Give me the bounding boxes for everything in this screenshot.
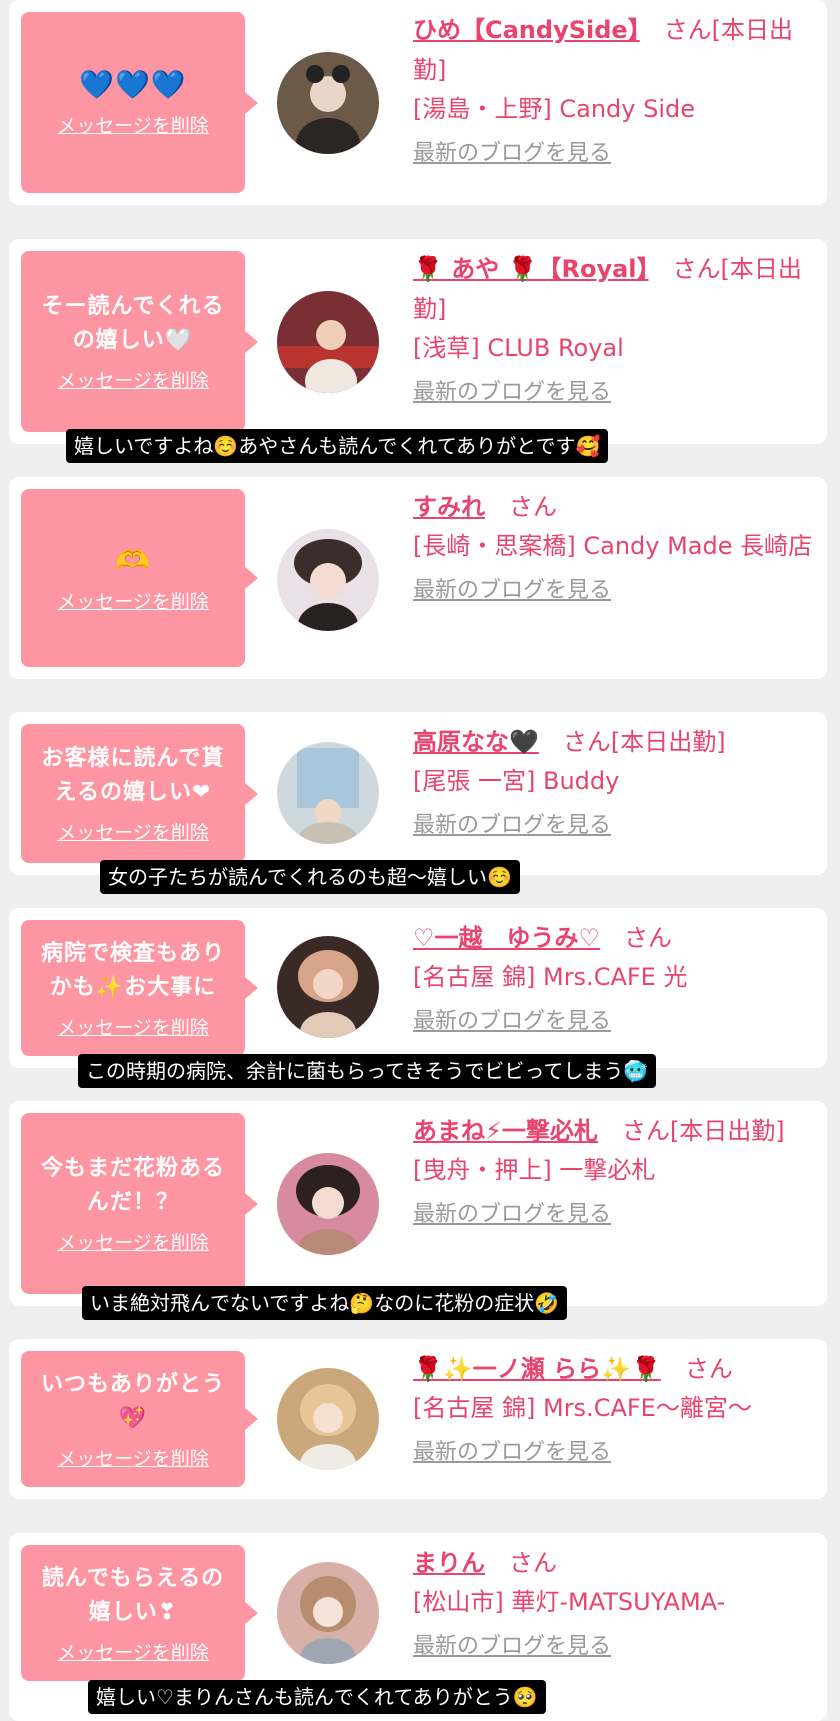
message-bubble: 今もまだ花粉あるんだ！？ メッセージを削除 [21, 1113, 258, 1294]
latest-blog-link[interactable]: 最新のブログを見る [413, 376, 823, 410]
girl-info: すみれ さん [長崎・思案橋] Candy Made 長崎店 最新のブログを見る [413, 487, 823, 608]
girl-status: さん [509, 493, 557, 521]
delete-message-link[interactable]: メッセージを削除 [57, 1444, 209, 1471]
caption: 嬉しい♡まりんさんも読んでくれてありがとう🥺 [88, 1680, 546, 1714]
avatar[interactable] [277, 742, 379, 844]
delete-message-link[interactable]: メッセージを削除 [57, 1228, 209, 1255]
delete-message-link[interactable]: メッセージを削除 [57, 587, 209, 614]
girl-info: 🌹✨一ノ瀬 らら✨🌹 さん [名古屋 錦] Mrs.CAFE〜離宮〜 最新のブロ… [413, 1349, 823, 1470]
delete-message-link[interactable]: メッセージを削除 [57, 818, 209, 845]
caption: いま絶対飛んでないですよね🤔なのに花粉の症状🤣 [82, 1286, 568, 1320]
latest-blog-link[interactable]: 最新のブログを見る [413, 137, 823, 171]
message-text: そー読んでくれるの嬉しい🤍 [41, 294, 225, 353]
shop-name: [長崎・思案橋] Candy Made 長崎店 [413, 532, 813, 560]
latest-blog-link[interactable]: 最新のブログを見る [413, 574, 823, 608]
message-card: 今もまだ花粉あるんだ！？ メッセージを削除 あまね⚡一撃必札 さん[本日出勤] … [9, 1101, 827, 1306]
latest-blog-link[interactable]: 最新のブログを見る [413, 1005, 823, 1039]
message-bubble: いつもありがとう💖 メッセージを削除 [21, 1351, 258, 1487]
girl-status: さん[本日出勤] [621, 1117, 785, 1145]
message-bubble: 💙💙💙 メッセージを削除 [21, 12, 258, 193]
girl-name-link[interactable]: あまね⚡一撃必札 [413, 1117, 598, 1145]
avatar[interactable] [277, 1368, 379, 1470]
shop-name: [尾張 一宮] Buddy [413, 767, 620, 795]
delete-message-link[interactable]: メッセージを削除 [57, 366, 209, 393]
latest-blog-link[interactable]: 最新のブログを見る [413, 1198, 823, 1232]
latest-blog-link[interactable]: 最新のブログを見る [413, 1630, 823, 1664]
girl-info: 🌹 あや 🌹【Royal】 さん[本日出勤] [浅草] CLUB Royal 最… [413, 249, 823, 410]
girl-info: 高原なな🖤 さん[本日出勤] [尾張 一宮] Buddy 最新のブログを見る [413, 722, 823, 843]
avatar[interactable] [277, 936, 379, 1038]
girl-status: さん [509, 1549, 557, 1577]
message-card: お客様に読んで貰えるの嬉しい❤ メッセージを削除 高原なな🖤 さん[本日出勤] … [9, 712, 827, 875]
girl-name-link[interactable]: ♡一越 ゆうみ♡ [413, 924, 600, 952]
delete-message-link[interactable]: メッセージを削除 [57, 1638, 209, 1665]
delete-message-link[interactable]: メッセージを削除 [57, 1013, 209, 1040]
message-bubble: お客様に読んで貰えるの嬉しい❤ メッセージを削除 [21, 724, 258, 863]
avatar[interactable] [277, 1562, 379, 1664]
girl-status: さん [624, 924, 673, 952]
avatar[interactable] [277, 52, 379, 154]
message-text: 🫶 [115, 543, 151, 577]
shop-name: [松山市] 華灯-MATSUYAMA- [413, 1588, 726, 1616]
girl-info: ♡一越 ゆうみ♡ さん [名古屋 錦] Mrs.CAFE 光 最新のブログを見る [413, 918, 823, 1039]
girl-status: さん [684, 1355, 733, 1383]
message-text: 💙💙💙 [79, 68, 187, 101]
girl-name-link[interactable]: まりん [413, 1549, 485, 1577]
caption: 女の子たちが読んでくれるのも超〜嬉しい☺️ [100, 860, 520, 894]
latest-blog-link[interactable]: 最新のブログを見る [413, 809, 823, 843]
latest-blog-link[interactable]: 最新のブログを見る [413, 1436, 823, 1470]
caption: 嬉しいですよね☺️あやさんも読んでくれてありがとです🥰 [66, 429, 609, 463]
message-card: いつもありがとう💖 メッセージを削除 🌹✨一ノ瀬 らら✨🌹 さん [名古屋 錦]… [9, 1339, 827, 1499]
message-bubble: 読んでもらえるの嬉しい❣ メッセージを削除 [21, 1545, 258, 1681]
girl-info: あまね⚡一撃必札 さん[本日出勤] [曳舟・押上] 一撃必札 最新のブログを見る [413, 1111, 823, 1232]
girl-info: ひめ【CandySide】 さん[本日出勤] [湯島・上野] Candy Sid… [413, 10, 823, 171]
girl-name-link[interactable]: ひめ【CandySide】 [413, 16, 640, 44]
girl-name-link[interactable]: 🌹✨一ノ瀬 らら✨🌹 [413, 1355, 661, 1383]
shop-name: [曳舟・押上] 一撃必札 [413, 1156, 656, 1184]
avatar[interactable] [277, 529, 379, 631]
message-text: いつもありがとう💖 [40, 1371, 225, 1431]
girl-name-link[interactable]: 高原なな🖤 [413, 728, 539, 756]
message-text: お客様に読んで貰えるの嬉しい❤ [41, 746, 225, 805]
message-card: 💙💙💙 メッセージを削除 ひめ【CandySide】 さん[本日出勤] [湯島・… [9, 0, 827, 205]
girl-status: さん[本日出勤] [562, 728, 726, 756]
message-text: 読んでもらえるの嬉しい❣ [41, 1565, 225, 1625]
shop-name: [浅草] CLUB Royal [413, 334, 624, 362]
message-card: そー読んでくれるの嬉しい🤍 メッセージを削除 🌹 あや 🌹【Royal】 さん[… [9, 239, 827, 444]
message-card: 病院で検査もありかも✨お大事に メッセージを削除 ♡一越 ゆうみ♡ さん [名古… [9, 908, 827, 1068]
message-card: 🫶 メッセージを削除 すみれ さん [長崎・思案橋] Candy Made 長崎… [9, 477, 827, 679]
girl-name-link[interactable]: すみれ [413, 493, 485, 521]
shop-name: [湯島・上野] Candy Side [413, 95, 695, 123]
girl-info: まりん さん [松山市] 華灯-MATSUYAMA- 最新のブログを見る [413, 1543, 823, 1664]
message-text: 今もまだ花粉あるんだ！？ [40, 1156, 225, 1215]
girl-name-link[interactable]: 🌹 あや 🌹【Royal】 [413, 255, 649, 283]
delete-message-link[interactable]: メッセージを削除 [57, 111, 209, 138]
message-text: 病院で検査もありかも✨お大事に [40, 940, 225, 1000]
avatar[interactable] [277, 291, 379, 393]
shop-name: [名古屋 錦] Mrs.CAFE 光 [413, 963, 688, 991]
message-bubble: 🫶 メッセージを削除 [21, 489, 258, 667]
caption: この時期の病院、余計に菌もらってきそうでビビってしまう🥶 [78, 1054, 657, 1088]
message-bubble: 病院で検査もありかも✨お大事に メッセージを削除 [21, 920, 258, 1056]
shop-name: [名古屋 錦] Mrs.CAFE〜離宮〜 [413, 1394, 752, 1422]
avatar[interactable] [277, 1153, 379, 1255]
message-bubble: そー読んでくれるの嬉しい🤍 メッセージを削除 [21, 251, 258, 432]
